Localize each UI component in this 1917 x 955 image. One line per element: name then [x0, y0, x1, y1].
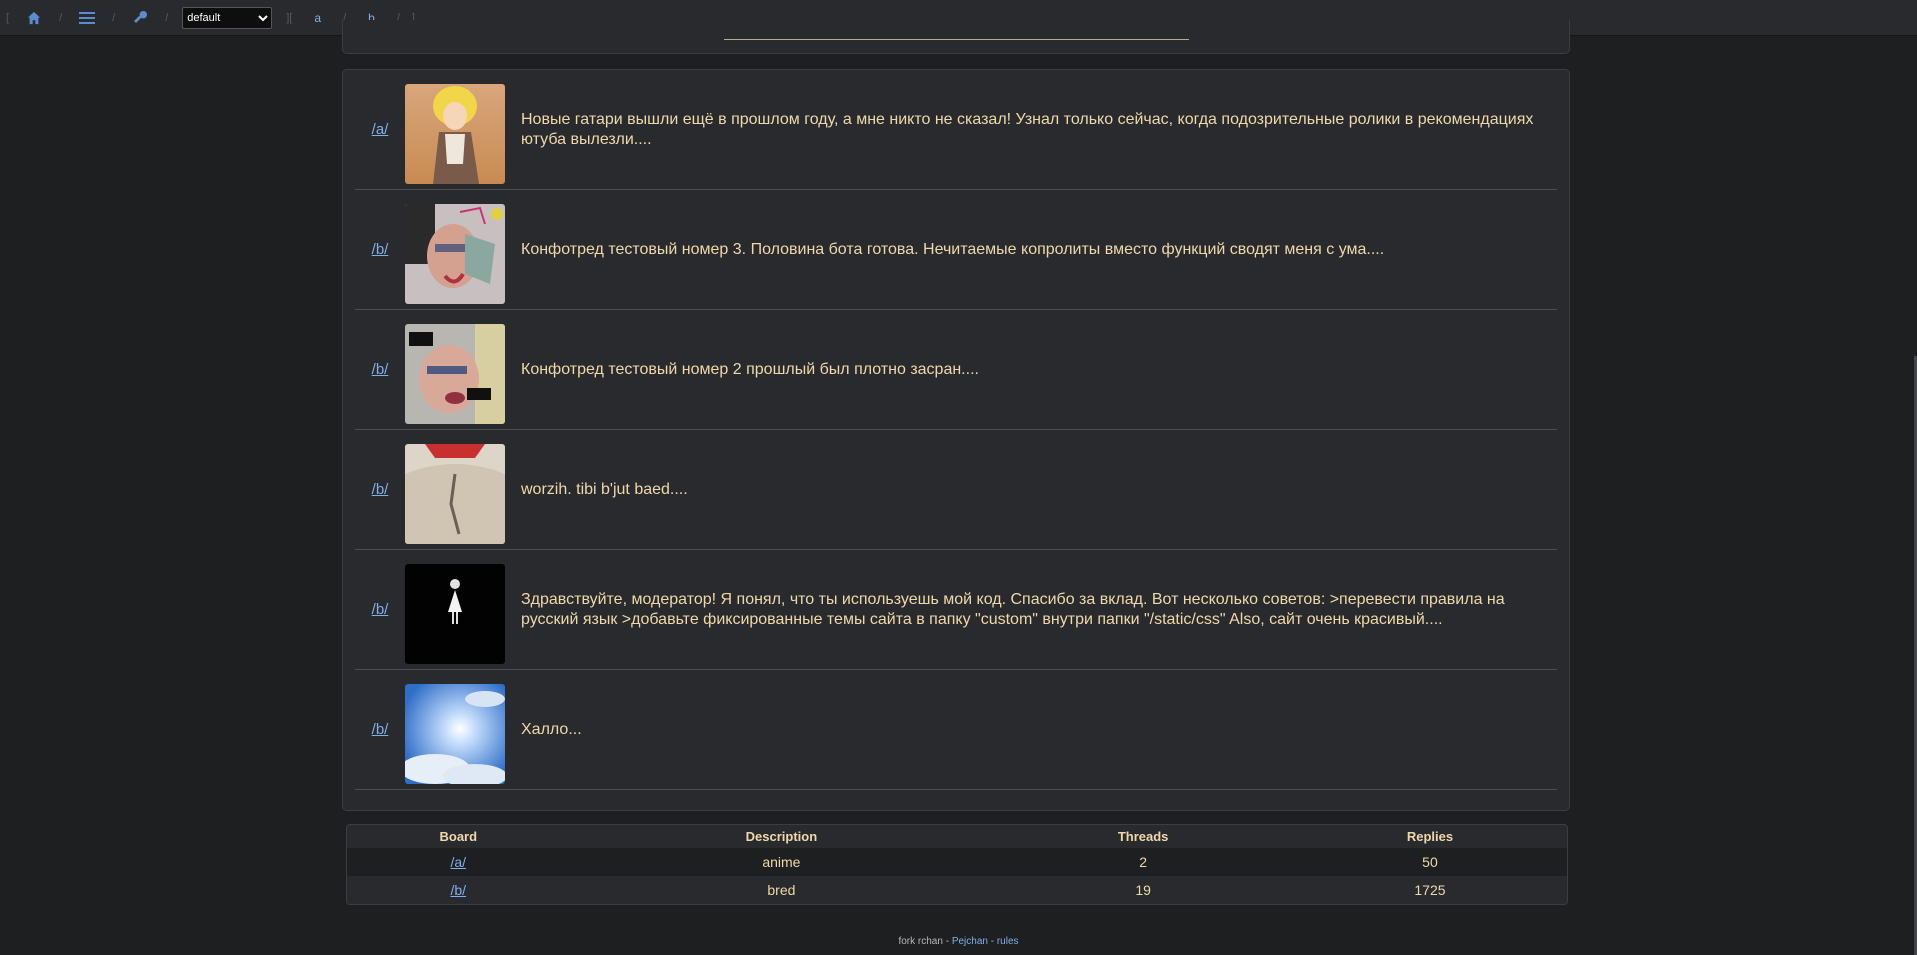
footer-prefix: fork rchan - — [898, 936, 952, 947]
nav-board-a[interactable]: a — [314, 11, 321, 25]
bracket-open: [ — [6, 11, 10, 24]
home-icon — [27, 11, 41, 24]
cell-description: bred — [569, 876, 994, 904]
theme-select[interactable]: default — [182, 6, 273, 29]
list-icon — [79, 11, 96, 24]
post-board-link[interactable]: /b/ — [355, 670, 405, 789]
cell-board: /b/ — [347, 876, 570, 904]
table-row: /a/ anime 2 50 — [347, 848, 1567, 876]
cell-replies: 1725 — [1292, 876, 1567, 904]
bracket-pair: ][ — [286, 11, 293, 24]
post-text: Здравствуйте, модератор! Я понял, что ты… — [521, 590, 1505, 628]
footer-sep: - — [987, 936, 997, 947]
post-thumbnail[interactable] — [405, 324, 505, 424]
cell-board: /a/ — [347, 848, 570, 876]
recent-posts-panel: /a/ Новые гатари вышли ещё в прошлом год… — [342, 69, 1570, 811]
post-thumbnail[interactable] — [405, 84, 505, 184]
post-row[interactable]: /b/ worzih. tibi b'jut baed.... — [355, 430, 1557, 550]
separator: / — [112, 11, 116, 24]
cell-threads: 2 — [993, 848, 1293, 876]
post-board-link[interactable]: /a/ — [355, 70, 405, 189]
boards-table: Board Description Threads Replies /a/ an… — [346, 824, 1568, 905]
post-text: Новые гатари вышли ещё в прошлом году, а… — [521, 110, 1534, 148]
footer: fork rchan - Pejchan - rules — [0, 936, 1917, 947]
post-board-link[interactable]: /b/ — [355, 430, 405, 549]
post-row[interactable]: /b/ Здравствуйте, модератор! Я понял, чт… — [355, 550, 1557, 670]
footer-link-rules[interactable]: rules — [997, 936, 1019, 947]
post-row[interactable]: /b/ Конфотред тестовый номер 2 прошлый б… — [355, 310, 1557, 430]
separator: / — [59, 11, 63, 24]
cell-description: anime — [569, 848, 994, 876]
header-description: Description — [569, 825, 994, 848]
board-link[interactable]: /a/ — [450, 854, 466, 870]
post-board-link[interactable]: /b/ — [355, 310, 405, 429]
home-link[interactable] — [23, 7, 45, 29]
header-replies: Replies — [1292, 825, 1567, 848]
separator: / — [165, 11, 169, 24]
post-row[interactable]: /b/ Конфотред тестовый номер 3. Половина… — [355, 190, 1557, 310]
post-text: Конфотред тестовый номер 3. Половина бот… — [521, 240, 1385, 258]
post-thumbnail[interactable] — [405, 564, 505, 664]
post-thumbnail[interactable] — [405, 684, 505, 784]
key-icon — [133, 10, 147, 24]
post-thumbnail[interactable] — [405, 444, 505, 544]
news-panel — [342, 20, 1570, 54]
catalog-link[interactable] — [76, 7, 98, 29]
post-text: Халло... — [521, 720, 582, 738]
post-board-link[interactable]: /b/ — [355, 550, 405, 669]
post-board-link[interactable]: /b/ — [355, 190, 405, 309]
post-text: Конфотред тестовый номер 2 прошлый был п… — [521, 360, 979, 378]
post-row[interactable]: /a/ Новые гатари вышли ещё в прошлом год… — [355, 70, 1557, 190]
cell-threads: 19 — [993, 876, 1293, 904]
header-threads: Threads — [993, 825, 1293, 848]
post-thumbnail[interactable] — [405, 204, 505, 304]
footer-link-pejchan[interactable]: Pejchan — [952, 936, 988, 947]
login-link[interactable] — [129, 7, 151, 29]
post-row[interactable]: /b/ Халло... — [355, 670, 1557, 790]
header-board: Board — [347, 825, 570, 848]
post-text: worzih. tibi b'jut baed.... — [521, 480, 688, 498]
table-row: /b/ bred 19 1725 — [347, 876, 1567, 904]
board-link[interactable]: /b/ — [450, 882, 466, 898]
cell-replies: 50 — [1292, 848, 1567, 876]
divider-line — [724, 39, 1189, 40]
